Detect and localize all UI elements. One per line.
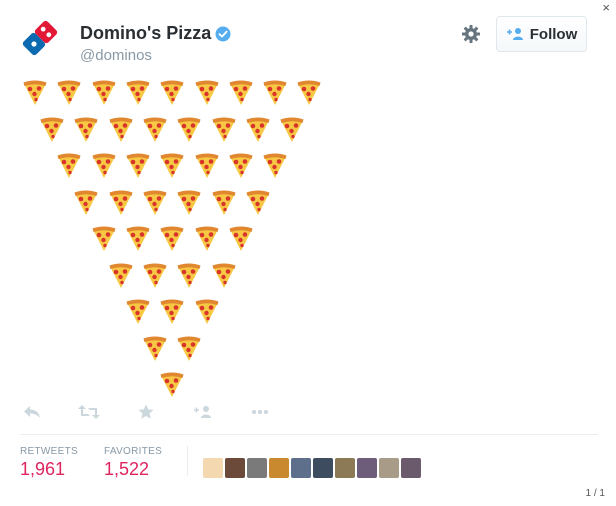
retweets-stat[interactable]: RETWEETS 1,961 <box>20 446 78 480</box>
pizza-slice-icon <box>109 190 133 215</box>
pizza-slice-icon <box>126 80 150 105</box>
pizza-slice-icon <box>160 226 184 251</box>
pizza-slice-icon <box>195 299 218 324</box>
favoriter-avatar[interactable] <box>203 458 223 478</box>
pizza-slice-icon <box>229 226 253 251</box>
favoriters-list <box>203 458 421 478</box>
pizza-slice-icon <box>177 336 201 361</box>
follow-icon[interactable] <box>191 403 215 421</box>
pizza-slice-icon <box>195 80 218 105</box>
pizza-slice-icon <box>229 80 253 105</box>
retweets-label: RETWEETS <box>20 446 78 457</box>
tweet-stats: RETWEETS 1,961 FAVORITES 1,522 <box>20 446 600 486</box>
pizza-slice-icon <box>126 153 150 178</box>
pizza-slice-icon <box>40 117 64 142</box>
pizza-slice-icon <box>280 117 304 142</box>
pizza-slice-icon <box>74 190 98 215</box>
pizza-slice-icon <box>177 190 201 215</box>
favorites-count: 1,522 <box>104 459 150 479</box>
favorites-stat[interactable]: FAVORITES 1,522 <box>104 446 162 480</box>
tweet-actions <box>20 402 305 422</box>
favoriter-avatar[interactable] <box>225 458 245 478</box>
pizza-slice-icon <box>195 153 218 178</box>
divider <box>20 434 598 435</box>
pizza-slice-icon <box>126 299 150 324</box>
more-icon[interactable] <box>248 403 272 421</box>
favoriter-avatar[interactable] <box>357 458 377 478</box>
pizza-slice-icon <box>212 190 236 215</box>
pizza-slice-icon <box>212 263 236 288</box>
pizza-slice-icon <box>57 80 81 105</box>
pizza-slice-icon <box>160 153 184 178</box>
favoriter-avatar[interactable] <box>269 458 289 478</box>
pizza-slice-icon <box>263 80 287 105</box>
pizza-slice-icon <box>92 153 116 178</box>
pizza-slice-icon <box>160 80 184 105</box>
pizza-slice-icon <box>297 80 321 105</box>
stats-separator <box>187 446 188 476</box>
tweet-content <box>0 0 616 400</box>
favoriter-avatar[interactable] <box>313 458 333 478</box>
pizza-slice-icon <box>143 336 167 361</box>
pizza-slice-icon <box>246 117 270 142</box>
pizza-slice-icon <box>23 80 47 105</box>
reply-icon[interactable] <box>20 403 44 421</box>
pizza-slice-icon <box>212 117 236 142</box>
pizza-slice-icon <box>160 372 184 397</box>
pizza-slice-icon <box>143 263 167 288</box>
pizza-slice-icon <box>160 299 184 324</box>
favorites-label: FAVORITES <box>104 446 163 457</box>
pizza-slice-icon <box>177 263 201 288</box>
favoriter-avatar[interactable] <box>401 458 421 478</box>
pizza-slice-icon <box>74 117 98 142</box>
favoriter-avatar[interactable] <box>379 458 399 478</box>
favoriter-avatar[interactable] <box>247 458 267 478</box>
pizza-slice-icon <box>263 153 287 178</box>
pizza-slice-icon <box>229 153 253 178</box>
favoriter-avatar[interactable] <box>291 458 311 478</box>
favorite-icon[interactable] <box>134 403 158 421</box>
pager: 1 / 1 <box>585 488 605 499</box>
pizza-slice-icon <box>109 117 133 142</box>
pizza-slice-icon <box>177 117 201 142</box>
pizza-slice-icon <box>195 226 218 251</box>
retweet-icon[interactable] <box>77 403 101 421</box>
pizza-slice-icon <box>57 153 81 178</box>
pizza-slice-icon <box>143 190 167 215</box>
retweets-count: 1,961 <box>20 459 66 479</box>
pizza-slice-icon <box>126 226 150 251</box>
favoriter-avatar[interactable] <box>335 458 355 478</box>
pizza-slice-icon <box>92 80 116 105</box>
pizza-slice-icon <box>246 190 270 215</box>
pizza-slice-icon <box>92 226 116 251</box>
pizza-slice-icon <box>109 263 133 288</box>
pizza-slice-icon <box>143 117 167 142</box>
